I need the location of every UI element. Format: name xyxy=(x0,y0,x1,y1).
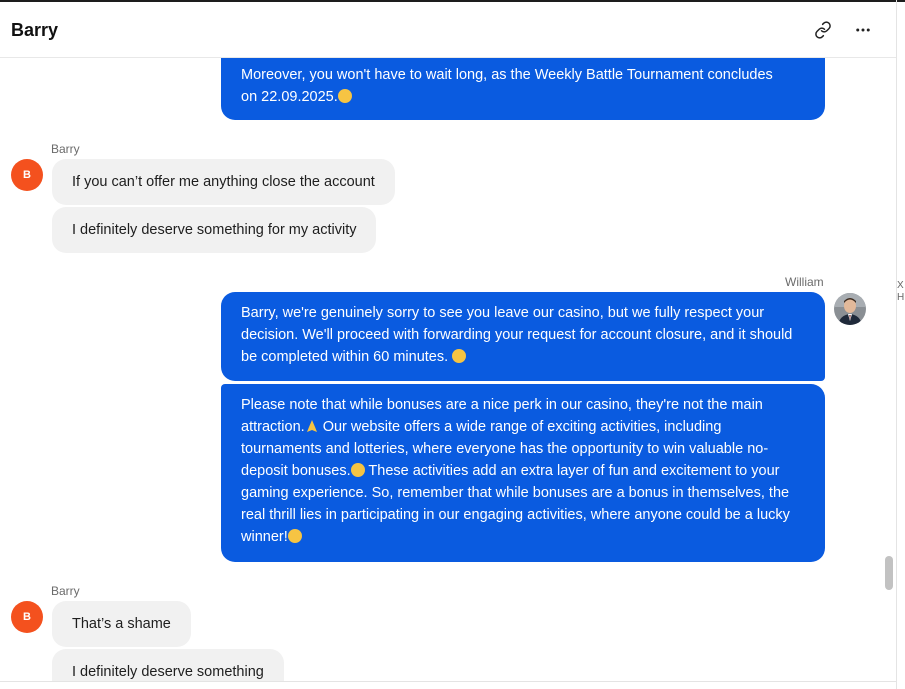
smiling-face-with-halo-icon xyxy=(350,463,365,477)
avatar-initial: B xyxy=(23,611,31,623)
avatar-initial: B xyxy=(23,169,31,181)
outgoing-message: Barry, we're genuinely sorry to see you … xyxy=(221,292,825,381)
message-text-truncated xyxy=(241,58,805,64)
scrollbar-thumb[interactable] xyxy=(885,556,893,590)
avatar xyxy=(834,293,866,325)
incoming-message: I definitely deserve something xyxy=(52,649,284,681)
incoming-message: I definitely deserve something for my ac… xyxy=(52,207,377,253)
message-text: Barry, we're genuinely sorry to see you … xyxy=(241,305,793,365)
smiling-face-with-halo-icon xyxy=(337,89,352,103)
star-struck-icon xyxy=(287,529,302,543)
fragment-text: H xyxy=(897,292,905,303)
link-icon[interactable] xyxy=(811,18,835,42)
sender-name: Barry xyxy=(51,584,80,598)
avatar: B xyxy=(11,601,43,633)
message-text-line: on 22.09.2025. xyxy=(241,89,338,105)
outgoing-message: Moreover, you won't have to wait long, a… xyxy=(221,58,825,120)
chat-header: Barry xyxy=(0,2,896,58)
worried-face-icon xyxy=(452,349,467,363)
folded-hands-icon xyxy=(305,418,319,432)
more-options-icon[interactable] xyxy=(851,18,875,42)
incoming-message: If you can’t offer me anything close the… xyxy=(52,159,395,205)
sender-name: William xyxy=(785,275,824,289)
sender-name: Barry xyxy=(51,142,80,156)
outgoing-message: Please note that while bonuses are a nic… xyxy=(221,384,825,562)
message-text-line: Moreover, you won't have to wait long, a… xyxy=(241,67,773,83)
avatar: B xyxy=(11,159,43,191)
adjacent-panel-fragment: X H xyxy=(897,262,905,402)
fragment-text: X xyxy=(897,280,904,291)
incoming-message: That’s a shame xyxy=(52,601,191,647)
message-list[interactable]: Moreover, you won't have to wait long, a… xyxy=(0,58,896,681)
chat-title: Barry xyxy=(11,20,59,40)
panel-bottom-border xyxy=(0,681,896,682)
